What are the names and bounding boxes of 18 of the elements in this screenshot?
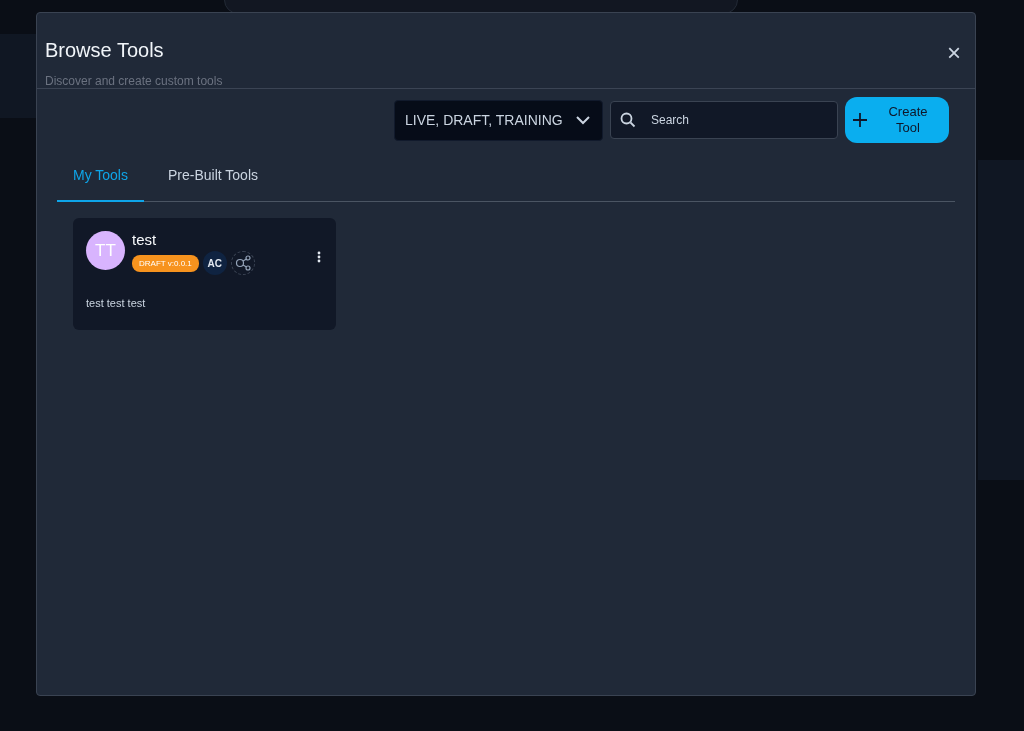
dialog-subtitle: Discover and create custom tools (45, 74, 223, 88)
search-icon (620, 112, 636, 128)
tool-description: test test test (86, 297, 147, 309)
more-options-icon[interactable] (317, 251, 321, 263)
tab[interactable]: My Tools (57, 157, 144, 202)
tool-name: test (132, 231, 158, 248)
tab[interactable]: Pre-Built Tools (152, 157, 274, 202)
close-button[interactable]: × (947, 43, 961, 63)
owner-avatar: AC (202, 251, 227, 275)
tool-card[interactable]: TT test DRAFT v:0.0.1 AC test test test (73, 218, 336, 330)
dialog-title: Browse Tools (45, 39, 165, 62)
search-field[interactable]: Search (610, 101, 838, 139)
status-badge: DRAFT v:0.0.1 (132, 254, 199, 272)
create-tool-button[interactable]: Create Tool (845, 97, 949, 143)
chevron-down-icon (576, 115, 590, 125)
plus-icon (853, 113, 867, 127)
status-filter-dropdown[interactable]: LIVE, DRAFT, TRAINING (394, 99, 603, 141)
avatar: TT (86, 231, 125, 270)
